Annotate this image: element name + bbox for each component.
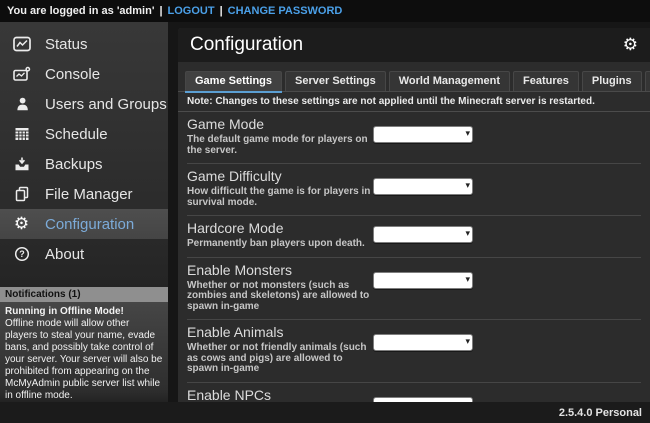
status-chart-icon (12, 35, 31, 53)
settings-gear-icon[interactable]: ⚙ (623, 35, 638, 55)
configuration-gear-icon: ⚙ (12, 215, 31, 233)
sidebar-item-label: Status (45, 36, 88, 53)
select-arrow-icon: ▾ (465, 181, 470, 192)
sidebar-item-label: Console (45, 66, 100, 83)
sidebar-item-label: Backups (45, 156, 103, 173)
tab-game-settings[interactable]: Game Settings (185, 71, 282, 91)
sidebar-item-schedule[interactable]: Schedule (0, 119, 168, 149)
setting-enable-animals: Enable Animals Whether or not friendly a… (187, 320, 641, 383)
setting-description: The default game mode for players on the… (187, 135, 375, 156)
select-arrow-icon: ▾ (465, 337, 470, 348)
sidebar-item-users-and-groups[interactable]: Users and Groups (0, 89, 168, 119)
separator: | (220, 5, 223, 17)
setting-enable-monsters: Enable Monsters Whether or not monsters … (187, 258, 641, 321)
notifications-body: Running in Offline Mode! Offline mode wi… (0, 302, 168, 412)
setting-hardcore-mode: Hardcore Mode Permanently ban players up… (187, 216, 641, 258)
setting-description: Whether or not friendly animals (such as… (187, 343, 375, 375)
select-arrow-icon: ▾ (465, 229, 470, 240)
page-title: Configuration (190, 34, 623, 56)
separator: | (159, 5, 162, 17)
game-difficulty-select[interactable]: ▾ (373, 178, 473, 195)
notification-title: Running in Offline Mode! (5, 306, 163, 318)
select-arrow-icon: ▾ (465, 275, 470, 286)
setting-description: Permanently ban players upon death. (187, 239, 375, 250)
version-label: 2.5.4.0 Personal (559, 407, 642, 419)
configuration-panel: Configuration ⚙ Game Settings Server Set… (178, 28, 650, 402)
setting-description: How difficult the game is for players in… (187, 187, 375, 208)
restart-note: Note: Changes to these settings are not … (178, 92, 650, 112)
sidebar-item-label: Users and Groups (45, 96, 167, 113)
setting-description: Whether or not monsters (such as zombies… (187, 281, 375, 313)
change-password-link[interactable]: CHANGE PASSWORD (228, 5, 343, 17)
settings-list: Game Mode The default game mode for play… (178, 112, 650, 402)
sidebar-item-status[interactable]: Status (0, 29, 168, 59)
schedule-grid-icon (12, 125, 31, 143)
logged-in-text: You are logged in as 'admin' (7, 5, 154, 17)
sidebar-item-configuration[interactable]: ⚙ Configuration (0, 209, 168, 239)
sidebar-item-label: About (45, 246, 84, 263)
enable-monsters-select[interactable]: ▾ (373, 272, 473, 289)
select-arrow-icon: ▾ (465, 129, 470, 140)
panel-header: Configuration ⚙ (178, 28, 650, 62)
tab-preferences[interactable]: Preferences (645, 71, 650, 91)
sidebar-item-console[interactable]: Console (0, 59, 168, 89)
setting-game-difficulty: Game Difficulty How difficult the game i… (187, 164, 641, 216)
topbar: You are logged in as 'admin' | LOGOUT | … (0, 0, 650, 22)
sidebar-item-about[interactable]: ? About (0, 239, 168, 269)
file-manager-pages-icon (12, 185, 31, 203)
setting-enable-npcs: Enable NPCs Whether or not friendly mobs… (187, 383, 641, 403)
tab-plugins[interactable]: Plugins (582, 71, 642, 91)
enable-animals-select[interactable]: ▾ (373, 334, 473, 351)
svg-text:?: ? (19, 249, 25, 259)
game-mode-select[interactable]: ▾ (373, 126, 473, 143)
sidebar-item-label: Configuration (45, 216, 134, 233)
hardcore-mode-select[interactable]: ▾ (373, 226, 473, 243)
sidebar-item-file-manager[interactable]: File Manager (0, 179, 168, 209)
sidebar-item-backups[interactable]: Backups (0, 149, 168, 179)
sidebar-menu: Status Console Users and Groups Schedule… (0, 22, 168, 269)
sidebar-item-label: File Manager (45, 186, 133, 203)
logout-link[interactable]: LOGOUT (168, 5, 215, 17)
backups-download-icon (12, 155, 31, 173)
tab-world-management[interactable]: World Management (389, 71, 510, 91)
tab-features[interactable]: Features (513, 71, 579, 91)
tab-bar: Game Settings Server Settings World Mana… (178, 62, 650, 92)
notifications-header: Notifications (1) (0, 287, 168, 302)
notification-text: Offline mode will allow other players to… (5, 318, 162, 401)
sidebar-item-label: Schedule (45, 126, 108, 143)
tab-server-settings[interactable]: Server Settings (285, 71, 386, 91)
setting-game-mode: Game Mode The default game mode for play… (187, 112, 641, 164)
status-bar: 2.5.4.0 Personal (0, 402, 650, 423)
console-icon (12, 65, 31, 83)
users-icon (12, 95, 31, 113)
about-question-icon: ? (12, 245, 31, 263)
